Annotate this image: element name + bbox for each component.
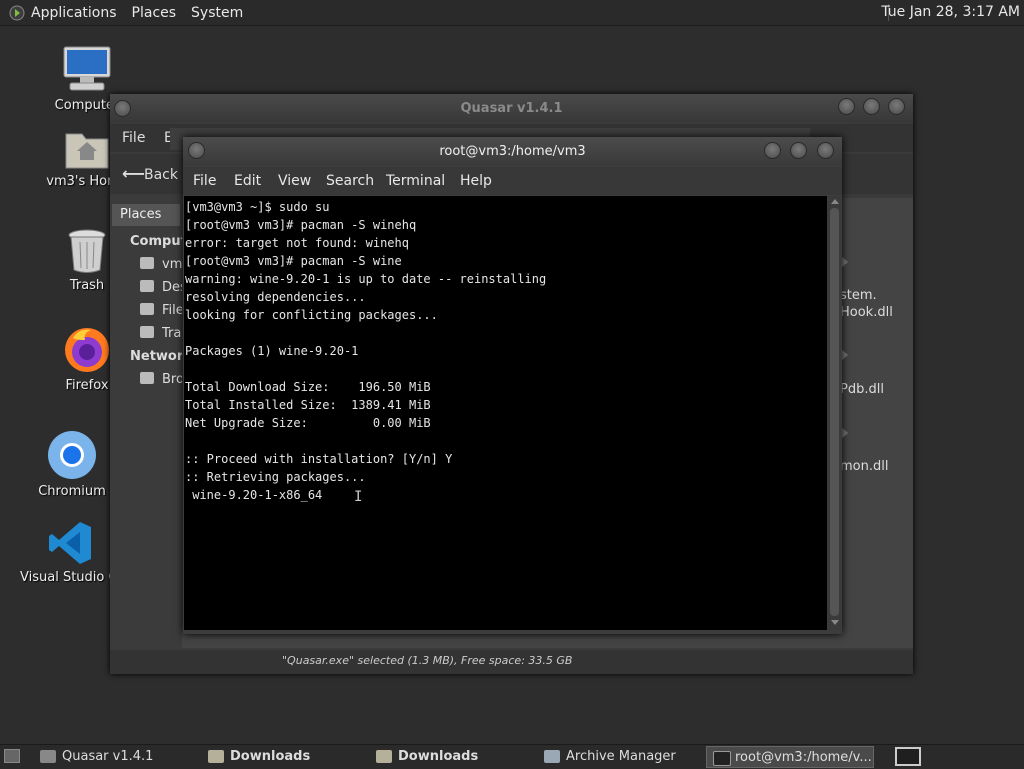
- trash-icon: [140, 326, 154, 338]
- window-title: Quasar v1.4.1: [460, 101, 563, 116]
- menu-edit[interactable]: Edit: [234, 173, 261, 189]
- task-label: Downloads: [398, 749, 479, 764]
- clock[interactable]: Tue Jan 28, 3:17 AM: [881, 4, 1020, 20]
- computer-icon: [63, 46, 111, 91]
- text-cursor-icon: I: [354, 489, 363, 505]
- maximize-button[interactable]: [863, 98, 880, 115]
- window-titlebar[interactable]: Quasar v1.4.1: [110, 94, 913, 122]
- sidebar: Places Computer vm3 Desktop File System …: [110, 198, 268, 648]
- terminal-icon: [713, 751, 731, 766]
- window-titlebar[interactable]: root@vm3:/home/vm3: [183, 137, 842, 165]
- window-title: root@vm3:/home/vm3: [439, 144, 586, 159]
- places-menu[interactable]: Places: [132, 5, 177, 21]
- scroll-up-arrow-icon[interactable]: [831, 199, 839, 204]
- chromium-icon: [48, 431, 96, 479]
- minimize-button[interactable]: [838, 98, 855, 115]
- home-folder-icon: [65, 133, 109, 169]
- menu-search[interactable]: Search: [326, 173, 374, 189]
- desktop-label: Chromium: [38, 484, 106, 499]
- menu-view[interactable]: View: [278, 173, 311, 189]
- task-label: Downloads: [230, 749, 311, 764]
- task-label: Quasar v1.4.1: [62, 749, 154, 764]
- minimize-button[interactable]: [764, 142, 781, 159]
- scrollbar-thumb[interactable]: [830, 208, 839, 616]
- terminal-output[interactable]: [vm3@vm3 ~]$ sudo su [root@vm3 vm3]# pac…: [184, 196, 827, 630]
- maximize-button[interactable]: [790, 142, 807, 159]
- menu-file[interactable]: File: [193, 173, 216, 189]
- desktop-label: Trash: [69, 278, 105, 293]
- folder-icon: [208, 750, 224, 763]
- scroll-down-arrow-icon[interactable]: [831, 620, 839, 625]
- taskbar: Quasar v1.4.1 Downloads Downloads Archiv…: [0, 744, 1024, 769]
- back-button[interactable]: ⟵Back: [122, 164, 178, 183]
- back-arrow-icon: ⟵: [122, 164, 145, 183]
- close-button[interactable]: [817, 142, 834, 159]
- menu-terminal[interactable]: Terminal: [386, 173, 445, 189]
- workspace-switcher[interactable]: [895, 747, 921, 766]
- firefox-icon: [65, 328, 109, 372]
- quasar-icon: [40, 750, 56, 763]
- menu-logo-icon[interactable]: [9, 5, 25, 21]
- archive-icon: [544, 750, 560, 763]
- vscode-icon: [49, 522, 91, 564]
- home-icon: [140, 257, 154, 269]
- top-panel: Applications Places System Tue Jan 28, 3…: [0, 0, 1024, 26]
- trash-icon: [68, 229, 106, 273]
- status-text: "Quasar.exe" selected (1.3 MB), Free spa…: [282, 654, 573, 667]
- desktop-icon-chromium[interactable]: Chromium: [22, 430, 122, 499]
- close-button[interactable]: [888, 98, 905, 115]
- task-label: Archive Manager: [566, 749, 676, 764]
- taskbar-item-downloads-2[interactable]: Downloads: [370, 746, 530, 768]
- desktop-icon: [140, 280, 154, 292]
- menu-help[interactable]: Help: [460, 173, 492, 189]
- back-label: Back: [144, 167, 178, 183]
- places-dropdown[interactable]: Places: [112, 204, 180, 226]
- taskbar-item-quasar[interactable]: Quasar v1.4.1: [34, 746, 194, 768]
- taskbar-item-terminal[interactable]: root@vm3:/home/v...: [706, 746, 874, 768]
- file-item-label[interactable]: stem.: [840, 288, 877, 303]
- taskbar-item-downloads-1[interactable]: Downloads: [202, 746, 362, 768]
- folder-icon: [376, 750, 392, 763]
- file-item-label[interactable]: Pdb.dll: [840, 382, 884, 397]
- terminal-window[interactable]: root@vm3:/home/vm3 File Edit View Search…: [183, 137, 842, 634]
- menubar: File Edit View Search Terminal Help: [183, 167, 842, 195]
- drive-icon: [140, 303, 154, 315]
- task-label: root@vm3:/home/v...: [735, 750, 872, 765]
- show-desktop-icon[interactable]: [4, 749, 20, 763]
- scrollbar[interactable]: [828, 196, 841, 630]
- statusbar: "Quasar.exe" selected (1.3 MB), Free spa…: [110, 650, 913, 674]
- terminal-text: [vm3@vm3 ~]$ sudo su [root@vm3 vm3]# pac…: [185, 200, 547, 502]
- menu-file[interactable]: File: [122, 130, 145, 146]
- network-icon: [140, 372, 154, 384]
- applications-menu[interactable]: Applications: [31, 5, 117, 21]
- system-menu[interactable]: System: [191, 5, 243, 21]
- desktop-label: Firefox: [65, 378, 109, 393]
- desktop-icon-vscode[interactable]: Visual Studio Code: [20, 520, 142, 585]
- file-item-label[interactable]: mon.dll: [840, 459, 888, 474]
- file-item-label[interactable]: Hook.dll: [840, 305, 893, 320]
- taskbar-item-archive-manager[interactable]: Archive Manager: [538, 746, 698, 768]
